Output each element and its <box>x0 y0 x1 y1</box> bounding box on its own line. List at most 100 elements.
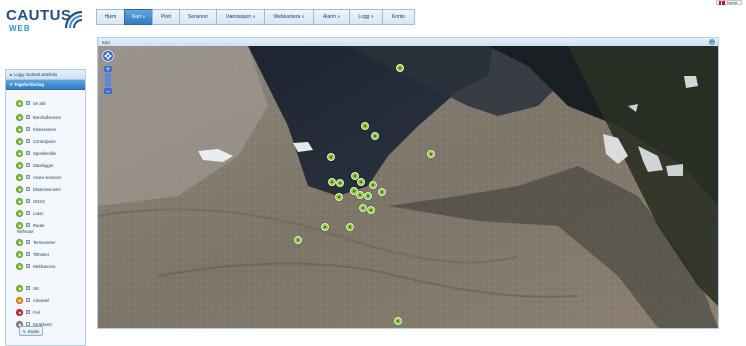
gnss-icon <box>16 197 23 205</box>
legend-label: Tiltmeter <box>33 251 50 257</box>
tab-konto[interactable]: Konto <box>382 9 415 25</box>
endre-button[interactable]: ✎ Endre <box>19 326 43 336</box>
legend-item[interactable]: Se alle <box>16 99 46 107</box>
legend-item[interactable]: Advarsel <box>16 296 49 304</box>
checkbox[interactable] <box>26 222 30 227</box>
chevron-down-icon: ▾ <box>10 81 13 87</box>
reflector-label: Reflector <box>17 229 34 234</box>
terrain-imagery <box>98 46 718 328</box>
checkbox[interactable] <box>26 285 30 290</box>
close-icon[interactable]: × <box>709 39 715 45</box>
legend-item[interactable]: Ekstensometer <box>16 185 61 193</box>
sensor-marker[interactable] <box>359 204 367 212</box>
legend-label: Advarsel <box>33 297 50 303</box>
language-label: Norsk <box>727 0 738 5</box>
checkbox[interactable] <box>26 297 30 302</box>
legend-item[interactable]: Borehullsensor <box>16 113 61 121</box>
legend-label: Feil <box>33 309 40 315</box>
checkbox[interactable] <box>26 100 30 105</box>
sensor-marker[interactable] <box>364 192 372 200</box>
sensor-marker[interactable] <box>371 132 379 140</box>
checkbox[interactable] <box>26 198 30 203</box>
sensor-marker[interactable] <box>328 178 336 186</box>
pan-zoom-icon[interactable]: + − <box>102 50 114 98</box>
checkbox[interactable] <box>26 174 30 179</box>
checkbox[interactable] <box>26 138 30 143</box>
sensor-marker[interactable] <box>294 236 302 244</box>
status-ok-icon <box>16 284 23 292</box>
sensor-marker[interactable] <box>356 191 364 199</box>
borehole-sensor-icon <box>16 113 23 121</box>
sensor-marker[interactable] <box>327 153 335 161</box>
signal-waves-icon <box>64 10 83 29</box>
sensor-marker[interactable] <box>394 317 402 325</box>
sensor-marker[interactable] <box>357 178 365 186</box>
sensor-marker[interactable] <box>346 223 354 231</box>
legend-item[interactable]: Radar <box>16 221 44 229</box>
legend-label: Borehullsensor <box>33 114 61 120</box>
main-nav: Hjem Kart » Plott Sensorer Værstasjon » … <box>96 9 415 25</box>
checkbox[interactable] <box>26 309 30 314</box>
legend-label: GNSS <box>33 198 45 204</box>
sensor-marker[interactable] <box>396 64 404 72</box>
checkbox[interactable] <box>26 263 30 268</box>
legend-item[interactable]: Sprekkmåler <box>16 149 57 157</box>
see-all-icon <box>16 99 23 107</box>
legend-item[interactable]: Feil <box>16 308 40 316</box>
login-panel-header[interactable]: ▸ Logg: Norkart ørtefeitu <box>6 70 85 80</box>
tab-webkamera[interactable]: Webkamera » <box>264 9 314 25</box>
legend-panel-header[interactable]: ▾ Tegnforklaring <box>6 80 85 90</box>
checkbox[interactable] <box>26 114 30 119</box>
sensor-marker[interactable] <box>427 150 435 158</box>
tab-kart[interactable]: Kart » <box>124 9 153 25</box>
svg-text:+: + <box>105 66 110 73</box>
checkbox[interactable] <box>26 251 30 256</box>
datalogger-icon <box>16 161 23 169</box>
legend-item[interactable]: OK <box>16 284 39 292</box>
sensor-marker[interactable] <box>336 179 344 187</box>
checkbox[interactable] <box>26 239 30 244</box>
legend-label: Se alle <box>33 100 46 106</box>
legend-label: Termometer <box>33 239 56 245</box>
sensor-marker[interactable] <box>367 206 375 214</box>
legend-item[interactable]: Webkamera <box>16 262 56 270</box>
sensor-marker[interactable] <box>369 181 377 189</box>
legend-item[interactable]: Controlpoint <box>16 137 56 145</box>
checkbox[interactable] <box>26 162 30 167</box>
tab-vaerstasjon[interactable]: Værstasjon » <box>216 9 265 25</box>
tab-sensorer[interactable]: Sensorer <box>179 9 217 25</box>
satellite-map[interactable]: + − <box>98 46 718 328</box>
legend-item[interactable]: Andre sensorer <box>16 173 62 181</box>
status-error-icon <box>16 308 23 316</box>
checkbox[interactable] <box>26 210 30 215</box>
legend-item[interactable]: Termometer <box>16 238 55 246</box>
webcam-icon <box>16 262 23 270</box>
tab-logg[interactable]: Logg » <box>349 9 383 25</box>
legend-item[interactable]: Tiltmeter <box>16 250 49 258</box>
laser-icon <box>16 209 23 217</box>
legend-item[interactable]: Datalogger <box>16 161 54 169</box>
checkbox[interactable] <box>26 186 30 191</box>
thermometer-icon <box>16 238 23 246</box>
tab-hjem[interactable]: Hjem <box>96 9 125 25</box>
logo-title: CAUTUS <box>6 7 72 24</box>
checkbox[interactable] <box>26 150 30 155</box>
legend-label: Datalogger <box>33 162 54 168</box>
other-sensors-icon <box>16 173 23 181</box>
tab-plott[interactable]: Plott <box>152 9 180 25</box>
language-selector[interactable]: Norsk <box>716 0 742 5</box>
checkbox[interactable] <box>26 126 30 131</box>
legend-label: Andre sensorer <box>33 174 62 180</box>
legend-item[interactable]: Klimasensor <box>16 125 56 133</box>
legend-item[interactable]: Laser <box>16 209 43 217</box>
sensor-marker[interactable] <box>321 223 329 231</box>
chevron-right-icon: ▸ <box>10 71 13 77</box>
legend-item[interactable]: GNSS <box>16 197 45 205</box>
sensor-marker[interactable] <box>335 193 343 201</box>
sensor-marker[interactable] <box>361 122 369 130</box>
tab-alarm[interactable]: Alarm » <box>313 9 350 25</box>
norway-flag-icon <box>719 0 725 5</box>
sensor-marker[interactable] <box>378 188 386 196</box>
endre-label: Endre <box>28 328 40 334</box>
map-title: Kart <box>102 39 110 45</box>
